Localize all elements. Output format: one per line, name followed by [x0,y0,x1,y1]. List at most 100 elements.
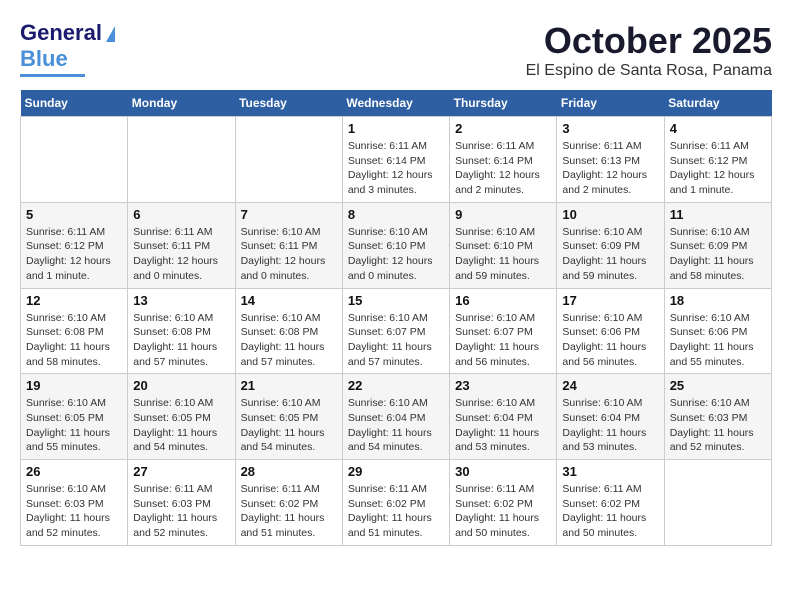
day-info: Sunrise: 6:11 AM Sunset: 6:02 PM Dayligh… [455,482,551,541]
day-info: Sunrise: 6:10 AM Sunset: 6:10 PM Dayligh… [348,225,444,284]
calendar-cell: 10 Sunrise: 6:10 AM Sunset: 6:09 PM Dayli… [557,202,664,288]
day-info: Sunrise: 6:10 AM Sunset: 6:05 PM Dayligh… [241,396,337,455]
day-info: Sunrise: 6:10 AM Sunset: 6:04 PM Dayligh… [348,396,444,455]
calendar-cell: 22 Sunrise: 6:10 AM Sunset: 6:04 PM Dayli… [342,374,449,460]
day-number: 13 [133,293,229,308]
day-info: Sunrise: 6:10 AM Sunset: 6:09 PM Dayligh… [562,225,658,284]
calendar-cell [128,117,235,203]
location-subtitle: El Espino de Santa Rosa, Panama [526,62,772,80]
day-info: Sunrise: 6:10 AM Sunset: 6:05 PM Dayligh… [133,396,229,455]
day-number: 10 [562,207,658,222]
day-info: Sunrise: 6:10 AM Sunset: 6:06 PM Dayligh… [562,311,658,370]
calendar-cell [664,460,771,546]
calendar-week-row: 1Sunrise: 6:11 AM Sunset: 6:14 PM Daylig… [21,117,772,203]
calendar-cell: 15 Sunrise: 6:10 AM Sunset: 6:07 PM Dayli… [342,288,449,374]
calendar-week-row: 19Sunrise: 6:10 AM Sunset: 6:05 PM Dayli… [21,374,772,460]
calendar-cell: 16Sunrise: 6:10 AM Sunset: 6:07 PM Dayli… [450,288,557,374]
day-number: 14 [241,293,337,308]
day-info: Sunrise: 6:10 AM Sunset: 6:08 PM Dayligh… [133,311,229,370]
day-info: Sunrise: 6:11 AM Sunset: 6:12 PM Dayligh… [670,139,766,198]
calendar-body: 1Sunrise: 6:11 AM Sunset: 6:14 PM Daylig… [21,117,772,546]
day-number: 29 [348,464,444,479]
logo-blue: Blue [20,46,68,72]
day-number: 26 [26,464,122,479]
calendar-cell: 24 Sunrise: 6:10 AM Sunset: 6:04 PM Dayli… [557,374,664,460]
day-number: 18 [670,293,766,308]
page-header: General Blue October 2025 El Espino de S… [20,20,772,80]
day-number: 25 [670,378,766,393]
calendar-cell: 3Sunrise: 6:11 AM Sunset: 6:13 PM Daylig… [557,117,664,203]
day-number: 20 [133,378,229,393]
day-number: 22 [348,378,444,393]
day-info: Sunrise: 6:10 AM Sunset: 6:10 PM Dayligh… [455,225,551,284]
day-number: 24 [562,378,658,393]
calendar-header: SundayMondayTuesdayWednesdayThursdayFrid… [21,90,772,117]
day-number: 9 [455,207,551,222]
calendar-cell: 28 Sunrise: 6:11 AM Sunset: 6:02 PM Dayli… [235,460,342,546]
day-info: Sunrise: 6:11 AM Sunset: 6:02 PM Dayligh… [562,482,658,541]
weekday-row: SundayMondayTuesdayWednesdayThursdayFrid… [21,90,772,117]
day-number: 16 [455,293,551,308]
day-number: 23 [455,378,551,393]
calendar-cell: 13 Sunrise: 6:10 AM Sunset: 6:08 PM Dayli… [128,288,235,374]
logo-triangle-icon [106,26,115,42]
day-number: 8 [348,207,444,222]
calendar-cell: 23 Sunrise: 6:10 AM Sunset: 6:04 PM Dayli… [450,374,557,460]
day-info: Sunrise: 6:10 AM Sunset: 6:07 PM Dayligh… [348,311,444,370]
calendar-cell: 26 Sunrise: 6:10 AM Sunset: 6:03 PM Dayli… [21,460,128,546]
day-info: Sunrise: 6:10 AM Sunset: 6:08 PM Dayligh… [241,311,337,370]
calendar-week-row: 12 Sunrise: 6:10 AM Sunset: 6:08 PM Dayli… [21,288,772,374]
weekday-header: Friday [557,90,664,117]
logo-general: General [20,20,102,46]
title-block: October 2025 El Espino de Santa Rosa, Pa… [526,20,772,80]
calendar-cell: 21Sunrise: 6:10 AM Sunset: 6:05 PM Dayli… [235,374,342,460]
calendar-cell: 11Sunrise: 6:10 AM Sunset: 6:09 PM Dayli… [664,202,771,288]
weekday-header: Thursday [450,90,557,117]
day-info: Sunrise: 6:10 AM Sunset: 6:11 PM Dayligh… [241,225,337,284]
day-number: 3 [562,121,658,136]
day-info: Sunrise: 6:10 AM Sunset: 6:09 PM Dayligh… [670,225,766,284]
calendar-cell: 29 Sunrise: 6:11 AM Sunset: 6:02 PM Dayli… [342,460,449,546]
day-info: Sunrise: 6:10 AM Sunset: 6:04 PM Dayligh… [455,396,551,455]
day-info: Sunrise: 6:10 AM Sunset: 6:03 PM Dayligh… [26,482,122,541]
weekday-header: Tuesday [235,90,342,117]
day-info: Sunrise: 6:10 AM Sunset: 6:06 PM Dayligh… [670,311,766,370]
day-info: Sunrise: 6:11 AM Sunset: 6:11 PM Dayligh… [133,225,229,284]
calendar-cell: 17 Sunrise: 6:10 AM Sunset: 6:06 PM Dayli… [557,288,664,374]
month-title: October 2025 [526,20,772,62]
calendar-cell: 20 Sunrise: 6:10 AM Sunset: 6:05 PM Dayli… [128,374,235,460]
calendar-cell: 25Sunrise: 6:10 AM Sunset: 6:03 PM Dayli… [664,374,771,460]
calendar-cell: 1Sunrise: 6:11 AM Sunset: 6:14 PM Daylig… [342,117,449,203]
calendar-cell: 30Sunrise: 6:11 AM Sunset: 6:02 PM Dayli… [450,460,557,546]
weekday-header: Saturday [664,90,771,117]
day-number: 28 [241,464,337,479]
calendar-cell: 6 Sunrise: 6:11 AM Sunset: 6:11 PM Daylig… [128,202,235,288]
weekday-header: Sunday [21,90,128,117]
day-number: 2 [455,121,551,136]
weekday-header: Monday [128,90,235,117]
calendar-table: SundayMondayTuesdayWednesdayThursdayFrid… [20,90,772,546]
day-info: Sunrise: 6:10 AM Sunset: 6:05 PM Dayligh… [26,396,122,455]
day-number: 4 [670,121,766,136]
day-info: Sunrise: 6:11 AM Sunset: 6:14 PM Dayligh… [348,139,444,198]
day-number: 17 [562,293,658,308]
day-number: 15 [348,293,444,308]
logo: General Blue [20,20,115,77]
calendar-week-row: 5Sunrise: 6:11 AM Sunset: 6:12 PM Daylig… [21,202,772,288]
day-number: 12 [26,293,122,308]
calendar-cell [21,117,128,203]
calendar-cell: 8 Sunrise: 6:10 AM Sunset: 6:10 PM Daylig… [342,202,449,288]
day-info: Sunrise: 6:11 AM Sunset: 6:02 PM Dayligh… [241,482,337,541]
day-info: Sunrise: 6:11 AM Sunset: 6:02 PM Dayligh… [348,482,444,541]
day-number: 6 [133,207,229,222]
day-info: Sunrise: 6:11 AM Sunset: 6:03 PM Dayligh… [133,482,229,541]
day-info: Sunrise: 6:10 AM Sunset: 6:04 PM Dayligh… [562,396,658,455]
calendar-cell: 19Sunrise: 6:10 AM Sunset: 6:05 PM Dayli… [21,374,128,460]
day-number: 7 [241,207,337,222]
calendar-cell: 9 Sunrise: 6:10 AM Sunset: 6:10 PM Daylig… [450,202,557,288]
calendar-cell: 27Sunrise: 6:11 AM Sunset: 6:03 PM Dayli… [128,460,235,546]
calendar-cell: 5Sunrise: 6:11 AM Sunset: 6:12 PM Daylig… [21,202,128,288]
weekday-header: Wednesday [342,90,449,117]
calendar-week-row: 26 Sunrise: 6:10 AM Sunset: 6:03 PM Dayli… [21,460,772,546]
day-info: Sunrise: 6:10 AM Sunset: 6:08 PM Dayligh… [26,311,122,370]
